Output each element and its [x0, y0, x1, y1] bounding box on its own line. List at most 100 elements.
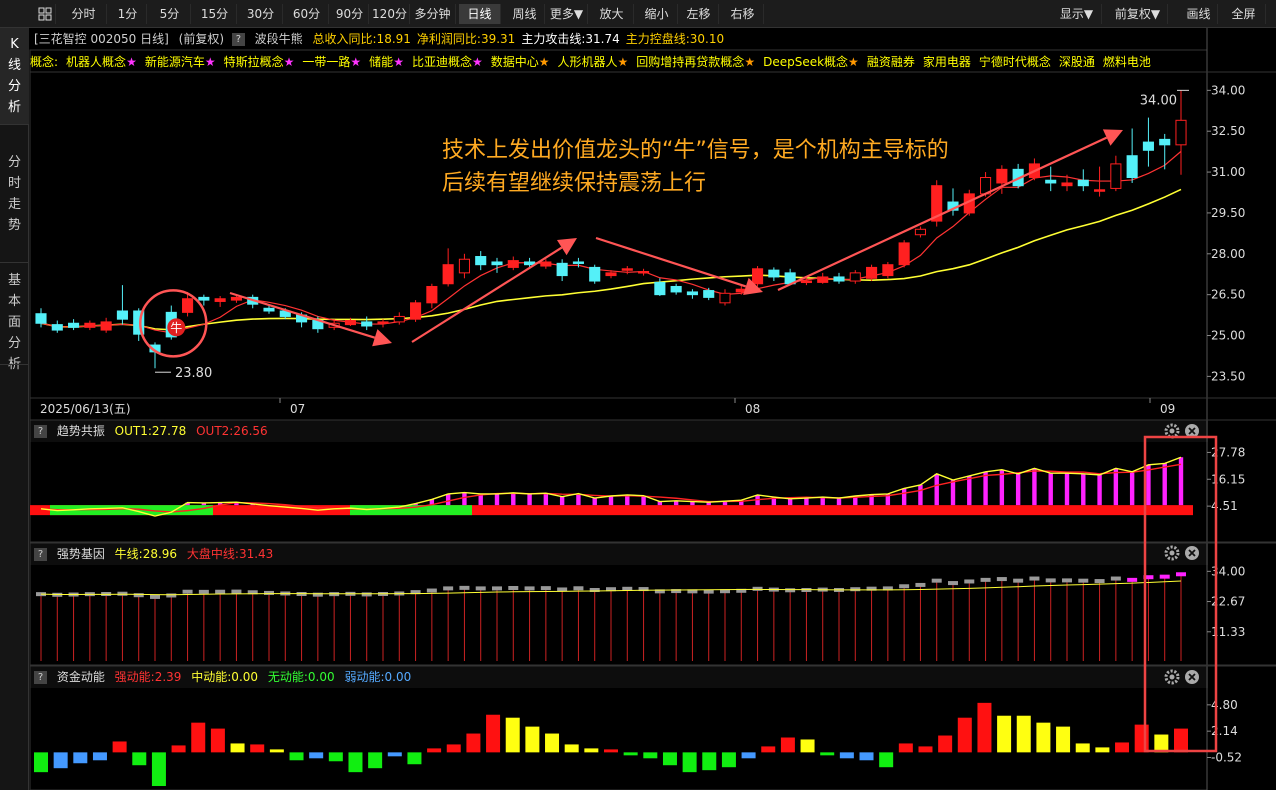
momentum-bar	[1174, 728, 1188, 753]
concept-tag[interactable]: 一带一路	[302, 55, 350, 69]
gene-marker	[345, 591, 356, 596]
concept-tag[interactable]: 储能	[369, 55, 393, 69]
gene-marker	[801, 588, 812, 592]
toolbar-9[interactable]: 多分钟	[410, 4, 456, 24]
concept-tag[interactable]: DeepSeek概念	[763, 55, 848, 69]
candle	[654, 278, 666, 297]
arrow-shaft	[229, 291, 376, 339]
toolbar-8[interactable]: 120分	[370, 4, 410, 24]
bull-signal-icon	[167, 318, 186, 337]
toolbar-6[interactable]: 60分	[285, 4, 329, 24]
concept-tag[interactable]: 深股通	[1059, 55, 1095, 69]
toolbar-15[interactable]: 左移	[679, 4, 719, 24]
panel2-title[interactable]: 强势基因	[57, 547, 105, 561]
candle-body	[572, 261, 584, 264]
panel3-weak: 弱动能:0.00	[344, 670, 412, 684]
concept-tag[interactable]: 回购增持再贷款概念	[636, 55, 744, 69]
toolbar-3[interactable]: 5分	[149, 4, 191, 24]
gene-marker	[1127, 577, 1138, 582]
gene-marker	[150, 594, 160, 599]
p1-y-label: 4.51	[1211, 499, 1238, 513]
concept-tag[interactable]: 家用电器	[923, 55, 971, 69]
toolbar-10[interactable]: 日线	[459, 4, 501, 24]
candle	[914, 226, 926, 238]
toolbar-14[interactable]: 缩小	[636, 4, 678, 24]
candle-body	[686, 291, 698, 296]
sidebar-tab-3[interactable]: 基本面分析	[0, 264, 29, 372]
candle	[572, 257, 584, 268]
gene-marker	[182, 589, 193, 594]
adjust-label[interactable]: (前复权)	[179, 32, 224, 46]
concept-tag[interactable]: 人形机器人	[558, 55, 618, 69]
candle-body	[230, 296, 242, 301]
candle-body	[817, 276, 829, 283]
toolbar-right-2[interactable]: 前复权▼	[1108, 4, 1168, 24]
trend-bar	[739, 500, 744, 506]
candle-body	[1094, 189, 1106, 192]
candle	[752, 266, 764, 287]
help-icon[interactable]: ?	[34, 425, 47, 438]
concept-tag[interactable]: 数据中心	[491, 55, 539, 69]
momentum-bar	[1036, 722, 1051, 753]
sidebar-divider	[0, 364, 29, 365]
concept-tag[interactable]: 特斯拉概念	[224, 55, 284, 69]
trend-bar	[1032, 468, 1037, 506]
momentum-bar	[446, 744, 461, 753]
concept-tag[interactable]: 宁德时代概念	[979, 55, 1051, 69]
candle	[556, 259, 568, 282]
trend-bar	[771, 497, 777, 506]
trend-bar	[413, 503, 418, 506]
concept-tag[interactable]: 新能源汽车	[145, 55, 205, 69]
momentum-bar	[721, 752, 736, 768]
sidebar-tab-1[interactable]: K线分析	[0, 28, 29, 124]
stock-title[interactable]: [三花智控 002050 日线]	[34, 32, 169, 46]
concept-tag[interactable]: 比亚迪概念	[412, 55, 472, 69]
panel1-title[interactable]: 趋势共振	[57, 424, 105, 438]
toolbar-1[interactable]: 分时	[61, 4, 107, 24]
toolbar-right-4[interactable]: 全屏	[1222, 4, 1266, 24]
concept-tag[interactable]: 机器人概念	[66, 55, 126, 69]
help-icon[interactable]: ?	[34, 671, 47, 684]
momentum-bar	[151, 752, 166, 787]
momentum-bar	[623, 752, 638, 756]
toolbar-16[interactable]: 右移	[722, 4, 764, 24]
toolbar-13[interactable]: 放大	[590, 4, 634, 24]
concept-tag[interactable]: 燃料电池	[1103, 55, 1151, 69]
toolbar-11[interactable]: 周线	[505, 4, 545, 24]
candle	[393, 312, 405, 325]
panel3-title[interactable]: 资金动能	[57, 670, 105, 684]
momentum-bar	[682, 752, 697, 773]
p3-y-label: -0.52	[1211, 751, 1242, 765]
toolbar-4[interactable]: 15分	[193, 4, 237, 24]
y-tick-label: 34.00	[1211, 83, 1245, 97]
star-icon: ★	[744, 55, 756, 69]
gene-marker	[264, 590, 274, 595]
toolbar-right-1[interactable]: 显示▼	[1052, 4, 1102, 24]
toolbar-7[interactable]: 90分	[331, 4, 369, 24]
toolbar-5[interactable]: 30分	[239, 4, 283, 24]
help-icon[interactable]: ?	[231, 33, 245, 46]
trend-bar	[641, 495, 646, 506]
toolbar-right-3[interactable]: 画线	[1180, 4, 1218, 24]
candle	[1126, 128, 1138, 183]
help-icon[interactable]: ?	[34, 548, 47, 561]
candle-body	[296, 314, 308, 323]
grid-icon[interactable]	[34, 4, 56, 24]
indicator-name[interactable]: 波段牛熊	[255, 32, 303, 46]
sidebar-tab-2[interactable]: 分时走势	[0, 146, 29, 262]
toolbar-2[interactable]: 1分	[109, 4, 147, 24]
star-icon: ★	[126, 55, 137, 69]
trend-bar	[1129, 471, 1135, 506]
star-icon: ★	[350, 55, 362, 69]
trend-bar	[950, 480, 956, 506]
concept-tag[interactable]: 融资融券	[867, 55, 915, 69]
trend-bar	[820, 497, 825, 506]
candle	[1012, 163, 1024, 189]
candle	[1028, 158, 1040, 181]
momentum-bar	[112, 741, 127, 753]
trend-band-green	[350, 505, 472, 516]
momentum-bar	[1095, 747, 1110, 753]
momentum-bar	[1016, 715, 1031, 753]
candle	[980, 172, 992, 197]
toolbar-12[interactable]: 更多▼	[546, 4, 588, 24]
